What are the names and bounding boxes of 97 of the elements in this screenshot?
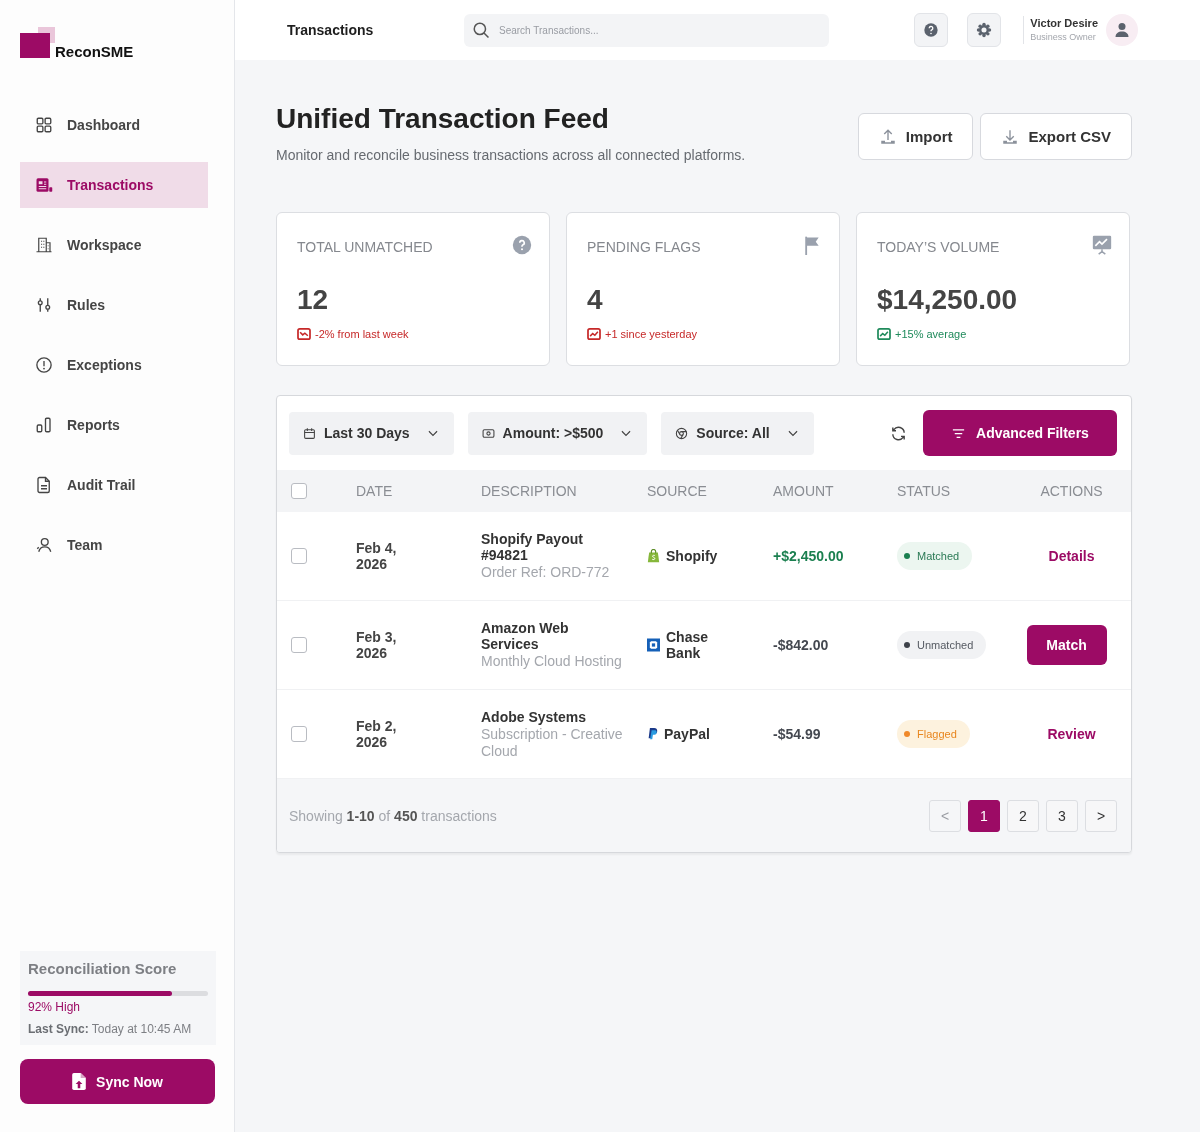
action-link[interactable]: Review <box>1047 726 1096 742</box>
page-button[interactable]: 2 <box>1007 799 1039 832</box>
description-title: Amazon Web Services <box>481 620 570 652</box>
stat-label: PENDING FLAGS <box>587 238 701 257</box>
help-icon <box>512 235 532 255</box>
page-button[interactable]: 1 <box>968 799 1000 832</box>
source-name: Chase Bank <box>666 629 710 661</box>
slanted-mark-icon <box>647 728 658 740</box>
amount-cell: -$842.00 <box>773 637 829 653</box>
page-subtitle: Monitor and reconcile business transactions across all connected platforms. <box>276 146 746 164</box>
score-title: Reconciliation Score <box>28 960 178 978</box>
trend-text: +15% average <box>895 327 967 341</box>
column-header: DESCRIPTION <box>481 483 577 499</box>
nav-item[interactable]: Reports <box>20 402 208 448</box>
nav-item[interactable]: Transactions <box>20 162 208 208</box>
filter-dropdown[interactable]: Last 30 Days <box>289 411 454 455</box>
date-cell-text: Feb 3, 2026 <box>356 629 398 661</box>
next-page-button[interactable]: > <box>1085 799 1117 832</box>
alert-circle-icon <box>35 356 53 374</box>
search-field[interactable]: Search Transactions... <box>464 13 829 47</box>
download-icon <box>1001 127 1020 146</box>
nav-item[interactable]: Exceptions <box>20 342 208 388</box>
match-button[interactable]: Match <box>1026 625 1107 665</box>
nav-item[interactable]: Audit Trail <box>20 462 208 508</box>
user-role: Business Owner <box>1030 30 1097 44</box>
column-header: STATUS <box>897 483 951 499</box>
score-reading: 92% High <box>28 999 82 1015</box>
refresh-icon[interactable] <box>890 424 907 442</box>
description-title: Shopify Payout #94821 <box>481 531 584 563</box>
description-detail: Order Ref: ORD-772 <box>481 564 611 581</box>
avatar-icon[interactable] <box>1106 14 1138 46</box>
action-link[interactable]: Details <box>1048 548 1095 564</box>
receipt-icon <box>35 176 53 194</box>
amount-cell: +$2,450.00 <box>773 548 844 564</box>
sliders-icon <box>35 296 53 314</box>
date-cell-text: Feb 2, 2026 <box>356 718 398 750</box>
aperture-icon <box>675 426 689 440</box>
nav-item[interactable]: Team <box>20 522 208 568</box>
building-icon <box>35 236 53 254</box>
amount-cell: -$54.99 <box>773 726 821 742</box>
description-detail: Subscription - Creative Cloud <box>481 725 624 760</box>
settings-icon <box>976 22 993 38</box>
filter-dropdown[interactable]: Source: All <box>661 411 814 455</box>
upload-icon <box>878 127 897 146</box>
column-header: AMOUNT <box>773 483 834 499</box>
nav-item[interactable]: Rules <box>20 282 208 328</box>
help-icon <box>923 22 940 38</box>
stat-value: $14,250.00 <box>877 283 1019 317</box>
status-label: Flagged <box>917 728 957 740</box>
column-header: SOURCE <box>647 483 707 499</box>
logo-text: ReconSME <box>55 44 134 59</box>
description-title: Adobe Systems <box>481 708 588 725</box>
row-checkbox[interactable] <box>291 548 307 564</box>
column-header: ACTIONS <box>1040 483 1103 499</box>
trend-text: +1 since yesterday <box>605 327 698 341</box>
calendar-icon <box>303 426 316 440</box>
date-cell-text: Feb 4, 2026 <box>356 540 398 572</box>
cash-icon <box>481 426 495 440</box>
status-label: Unmatched <box>917 639 974 651</box>
advanced-filters-button[interactable]: Advanced Filters <box>923 410 1117 456</box>
column-header: DATE <box>356 483 393 499</box>
stat-value: 12 <box>297 283 330 317</box>
stat-value: 4 <box>587 283 604 317</box>
nav-item[interactable]: Dashboard <box>20 102 208 148</box>
page-title: Unified Transaction Feed <box>276 102 610 136</box>
square-logo-icon <box>647 638 660 652</box>
page-heading: Transactions <box>287 22 375 38</box>
grid-icon <box>35 116 53 134</box>
document-icon <box>35 476 53 494</box>
search-icon <box>472 20 490 39</box>
user-name: Victor Desire <box>1030 16 1098 30</box>
row-checkbox[interactable] <box>291 637 307 653</box>
trend-text: -2% from last week <box>315 327 409 341</box>
sync-now-button[interactable]: Sync Now <box>20 1059 215 1104</box>
person-icon <box>35 536 53 554</box>
results-summary: Showing 1-10 of 450 transactions <box>289 807 497 824</box>
presentation-chart-icon <box>1092 235 1112 255</box>
bar-chart-icon <box>35 416 53 434</box>
help-button[interactable] <box>914 13 949 47</box>
status-label: Matched <box>917 550 960 562</box>
settings-button[interactable] <box>967 13 1002 47</box>
logo-squares-icon <box>20 27 55 58</box>
filter-dropdown[interactable]: Amount: >$500 <box>467 411 648 455</box>
source-name: Shopify <box>666 548 719 564</box>
nav-item[interactable]: Workspace <box>20 222 208 268</box>
file-upload-icon <box>72 1073 87 1090</box>
page-button[interactable]: 3 <box>1046 799 1078 832</box>
export-button[interactable]: Export CSV <box>980 113 1132 160</box>
last-sync-text: Last Sync: Today at 10:45 AM <box>28 1021 193 1037</box>
description-detail: Monthly Cloud Hosting <box>481 653 623 670</box>
stat-label: TODAY’S VOLUME <box>877 238 1000 257</box>
row-checkbox[interactable] <box>291 726 307 742</box>
select-all-checkbox[interactable] <box>291 483 307 499</box>
import-button[interactable]: Import <box>857 113 974 160</box>
source-name: PayPal <box>664 726 711 742</box>
stat-label: TOTAL UNMATCHED <box>297 238 433 257</box>
shopping-bag-icon <box>647 549 660 563</box>
